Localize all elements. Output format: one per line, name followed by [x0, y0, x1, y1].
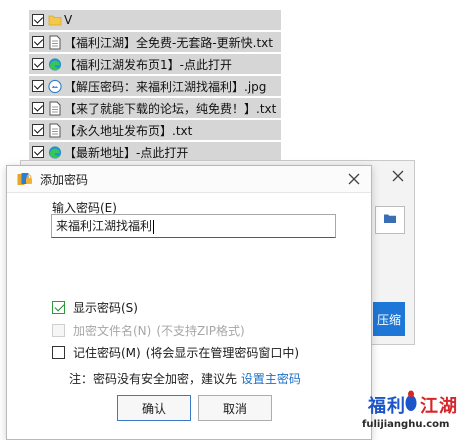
text-file-icon: [48, 34, 62, 50]
show-password-checkbox[interactable]: [52, 301, 65, 314]
folder-icon: [383, 213, 397, 227]
remember-password-option[interactable]: 记住密码(M) (将会显示在管理密码窗口中): [52, 344, 299, 361]
file-checkbox[interactable]: [32, 124, 44, 136]
notice-text: 注：密码没有安全加密，建议先: [69, 372, 241, 386]
dialog-title: 添加密码: [40, 173, 89, 187]
file-name: 【福利江湖】全免费-无套路-更新快.txt: [64, 35, 273, 50]
file-checkbox[interactable]: [32, 80, 44, 92]
watermark-logo-icon: [404, 388, 418, 414]
file-row[interactable]: 【解压密码：来福利江湖找福利】.jpg: [29, 76, 281, 96]
compress-button[interactable]: 压缩: [373, 302, 405, 336]
show-password-label: 显示密码(S): [73, 301, 138, 315]
file-row[interactable]: 【福利江湖】全免费-无套路-更新快.txt: [29, 32, 281, 52]
password-value: 来福利江湖找福利: [56, 219, 153, 233]
close-icon[interactable]: [390, 168, 406, 184]
cancel-button[interactable]: 取消: [198, 395, 272, 421]
edge-browser-icon: [48, 56, 62, 72]
file-row[interactable]: 【最新地址】-点此打开: [29, 142, 281, 162]
encrypt-filenames-note: (不支持ZIP格式): [156, 324, 245, 338]
file-checkbox[interactable]: [32, 36, 44, 48]
file-list: V 【福利江湖】全免费-无套路-更新快.txt 【福利江湖发布页1】-点此打开 …: [29, 10, 281, 164]
security-notice: 注：密码没有安全加密，建议先 设置主密码: [69, 370, 301, 387]
password-input[interactable]: 来福利江湖找福利: [51, 214, 336, 238]
file-row[interactable]: 【永久地址发布页】.txt: [29, 120, 281, 140]
file-checkbox[interactable]: [32, 102, 44, 114]
file-row[interactable]: 【福利江湖发布页1】-点此打开: [29, 54, 281, 74]
encrypt-filenames-label: 加密文件名(N): [73, 324, 152, 338]
file-name: 【来了就能下载的论坛，纯免费！】.txt: [64, 101, 277, 116]
add-password-dialog: 添加密码 输入密码(E) 来福利江湖找福利 显示密码(S) 加密文件名(N) (…: [6, 165, 372, 440]
close-icon[interactable]: [346, 171, 362, 187]
file-name: 【解压密码：来福利江湖找福利】.jpg: [64, 79, 267, 94]
file-name: V: [64, 13, 73, 27]
file-name: 【最新地址】-点此打开: [64, 145, 189, 160]
file-row[interactable]: V: [29, 10, 281, 30]
file-checkbox[interactable]: [32, 146, 44, 158]
confirm-button[interactable]: 确认: [117, 395, 191, 421]
file-name: 【福利江湖发布页1】-点此打开: [64, 57, 232, 72]
show-password-option[interactable]: 显示密码(S): [52, 299, 138, 316]
file-name: 【永久地址发布页】.txt: [64, 123, 193, 138]
watermark-text-blue: 福利: [368, 396, 406, 417]
folder-icon: [48, 12, 62, 28]
watermark-text-red: 江湖: [420, 396, 458, 417]
set-master-password-link[interactable]: 设置主密码: [241, 372, 301, 386]
file-checkbox[interactable]: [32, 58, 44, 70]
edge-browser-icon: [48, 144, 62, 160]
text-caret: [153, 219, 155, 234]
file-checkbox[interactable]: [32, 14, 44, 26]
jpg-file-icon: [48, 78, 62, 94]
text-file-icon: [48, 100, 62, 116]
browse-folder-button[interactable]: [375, 206, 405, 234]
archive-lock-icon: [17, 172, 33, 186]
watermark-url: fulijianghu.com: [362, 419, 450, 430]
remember-password-checkbox[interactable]: [52, 346, 65, 359]
encrypt-filenames-checkbox: [52, 324, 65, 337]
site-watermark: 福利 江湖 fulijianghu.com: [362, 390, 458, 438]
remember-password-label: 记住密码(M): [73, 346, 141, 360]
dialog-titlebar: 添加密码: [7, 166, 371, 193]
file-row[interactable]: 【来了就能下载的论坛，纯免费！】.txt: [29, 98, 281, 118]
remember-password-note: (将会显示在管理密码窗口中): [145, 346, 300, 360]
text-file-icon: [48, 122, 62, 138]
encrypt-filenames-option: 加密文件名(N) (不支持ZIP格式): [52, 322, 245, 339]
